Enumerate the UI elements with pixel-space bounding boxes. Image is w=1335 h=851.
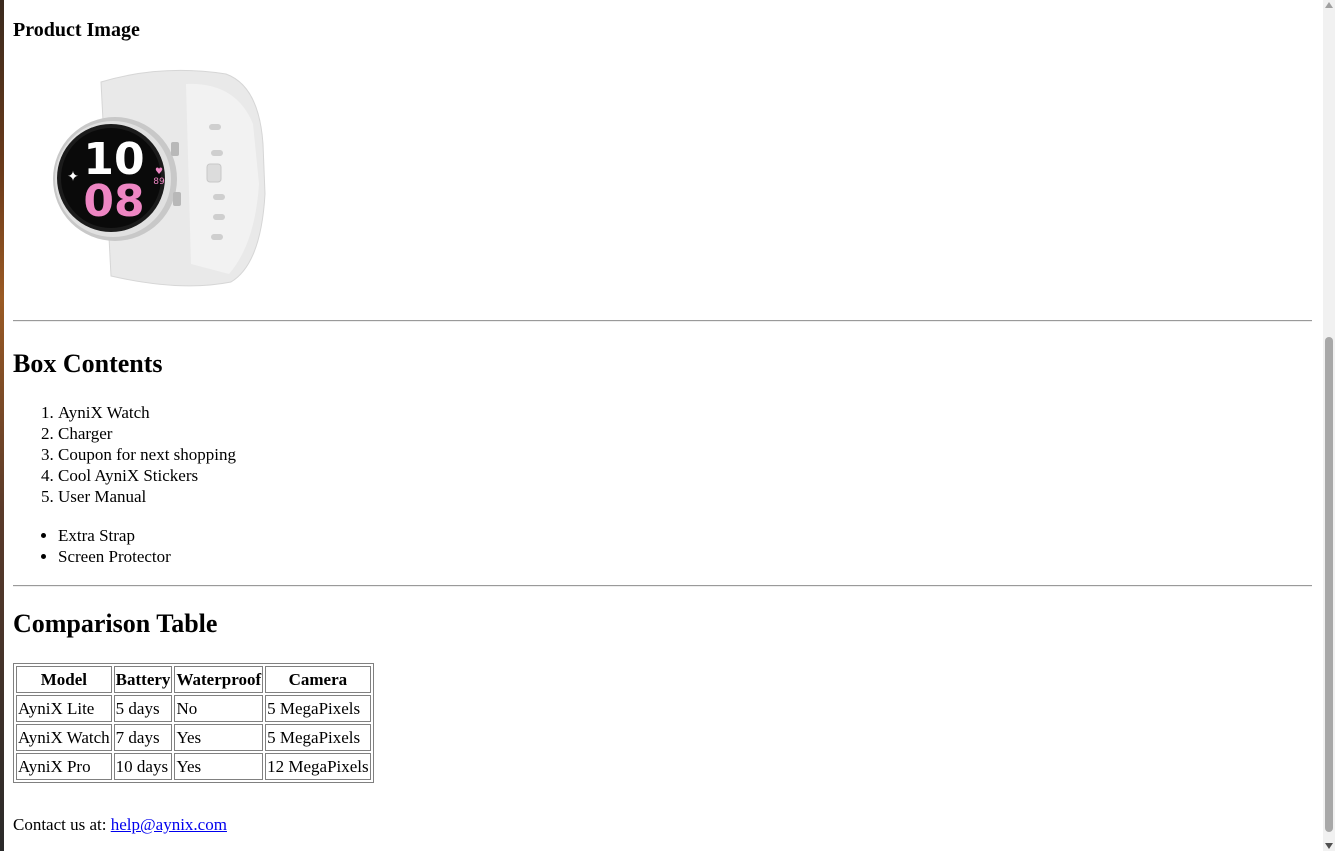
table-cell: AyniX Lite	[16, 695, 112, 722]
scrollbar-thumb[interactable]	[1325, 337, 1333, 832]
divider	[13, 585, 1312, 587]
column-header: Model	[16, 666, 112, 693]
heart-rate-value: 89	[153, 177, 165, 187]
product-image: 10 08 89 ♥ ✦	[41, 64, 271, 290]
divider	[13, 320, 1312, 322]
contact-line: Contact us at: help@aynix.com	[13, 815, 227, 835]
box-contents-heading: Box Contents	[13, 349, 163, 378]
table-cell: 5 MegaPixels	[265, 695, 371, 722]
list-item: Cool AyniX Stickers	[58, 465, 236, 486]
table-cell: AyniX Pro	[16, 753, 112, 780]
comparison-table: Model Battery Waterproof Camera AyniX Li…	[13, 663, 374, 783]
vertical-scrollbar[interactable]	[1323, 0, 1335, 851]
column-header: Waterproof	[174, 666, 264, 693]
extra-items-list: Extra Strap Screen Protector	[13, 525, 171, 567]
watch-minute: 08	[83, 176, 144, 227]
product-image-heading: Product Image	[13, 19, 140, 41]
column-header: Camera	[265, 666, 371, 693]
list-item: Extra Strap	[58, 525, 171, 546]
window-edge	[0, 0, 4, 851]
table-cell: 5 days	[113, 695, 173, 722]
table-cell: 7 days	[113, 724, 173, 751]
scroll-down-arrow-icon[interactable]	[1325, 843, 1333, 849]
smartwatch-image: 10 08 89 ♥ ✦	[53, 69, 266, 287]
table-cell: AyniX Watch	[16, 724, 112, 751]
comparison-table-heading: Comparison Table	[13, 609, 218, 638]
scroll-up-arrow-icon[interactable]	[1325, 2, 1333, 8]
table-cell: 10 days	[113, 753, 173, 780]
contact-email-link[interactable]: help@aynix.com	[111, 815, 227, 834]
list-item: Charger	[58, 423, 236, 444]
table-cell: No	[174, 695, 264, 722]
heart-icon: ♥	[155, 167, 163, 177]
column-header: Battery	[113, 666, 173, 693]
table-cell: Yes	[174, 753, 264, 780]
table-row: AyniX Pro 10 days Yes 12 MegaPixels	[16, 753, 371, 780]
table-cell: Yes	[174, 724, 264, 751]
list-item: Screen Protector	[58, 546, 171, 567]
list-item: AyniX Watch	[58, 402, 236, 423]
table-row: AyniX Watch 7 days Yes 5 MegaPixels	[16, 724, 371, 751]
table-cell: 5 MegaPixels	[265, 724, 371, 751]
box-contents-list: AyniX Watch Charger Coupon for next shop…	[13, 402, 236, 507]
contact-label: Contact us at:	[13, 815, 111, 834]
list-item: Coupon for next shopping	[58, 444, 236, 465]
table-cell: 12 MegaPixels	[265, 753, 371, 780]
list-item: User Manual	[58, 486, 236, 507]
table-header-row: Model Battery Waterproof Camera	[16, 666, 371, 693]
table-row: AyniX Lite 5 days No 5 MegaPixels	[16, 695, 371, 722]
running-icon: ✦	[67, 169, 79, 185]
